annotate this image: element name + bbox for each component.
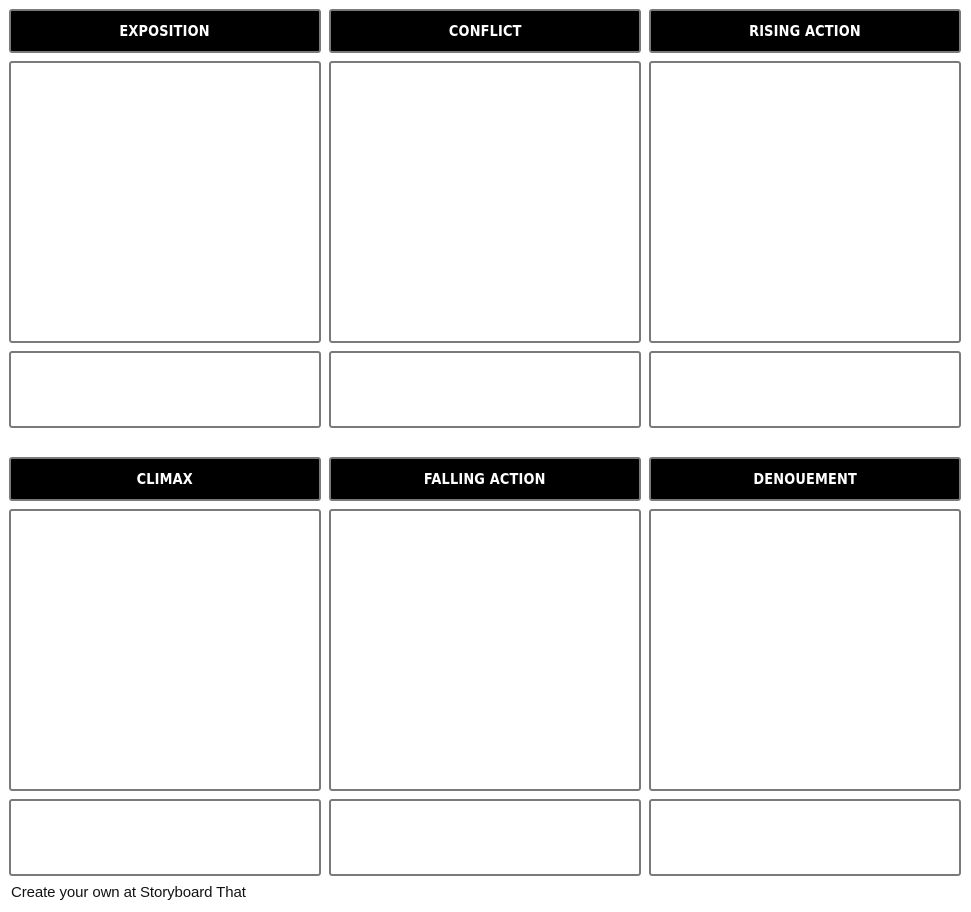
cell-title: RISING ACTION [749,22,861,40]
cell-title-header: CONFLICT [329,9,641,53]
footer-attribution: Create your own at Storyboard That [11,884,246,901]
cell-title-header: CLIMAX [9,457,321,501]
cell-title: EXPOSITION [119,22,211,40]
cell-image-area[interactable] [9,61,321,343]
cell-title: CONFLICT [448,22,522,40]
cell-description-box[interactable] [649,799,961,876]
cell-image-area[interactable] [329,61,641,343]
cell-exposition: EXPOSITION [9,9,321,428]
cell-denouement: DENOUEMENT [649,457,961,876]
storyboard-grid: EXPOSITION CONFLICT RISING ACTION CLIMAX… [9,9,962,876]
cell-title-header: EXPOSITION [9,9,321,53]
cell-title-header: RISING ACTION [649,9,961,53]
storyboard-row-2: CLIMAX FALLING ACTION DENOUEMENT [9,457,962,876]
cell-description-box[interactable] [649,351,961,428]
cell-image-area[interactable] [9,509,321,791]
cell-description-box[interactable] [329,351,641,428]
cell-conflict: CONFLICT [329,9,641,428]
cell-image-area[interactable] [649,509,961,791]
cell-image-area[interactable] [329,509,641,791]
cell-title-header: FALLING ACTION [329,457,641,501]
cell-title: CLIMAX [136,470,194,488]
cell-description-box[interactable] [9,351,321,428]
cell-description-box[interactable] [9,799,321,876]
storyboard-row-1: EXPOSITION CONFLICT RISING ACTION [9,9,962,428]
cell-falling-action: FALLING ACTION [329,457,641,876]
cell-title: DENOUEMENT [753,470,857,488]
cell-rising-action: RISING ACTION [649,9,961,428]
cell-title: FALLING ACTION [424,470,546,488]
cell-title-header: DENOUEMENT [649,457,961,501]
cell-description-box[interactable] [329,799,641,876]
cell-climax: CLIMAX [9,457,321,876]
cell-image-area[interactable] [649,61,961,343]
